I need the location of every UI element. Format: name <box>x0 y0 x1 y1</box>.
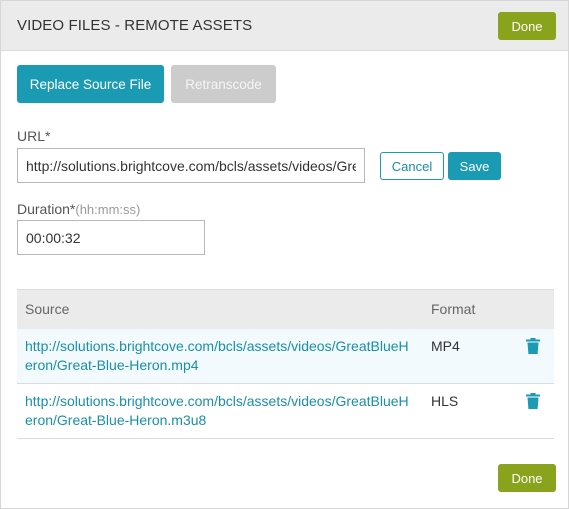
format-cell: HLS <box>423 383 512 439</box>
table-row: http://solutions.brightcove.com/bcls/ass… <box>17 328 554 384</box>
actions-cell <box>511 383 554 439</box>
remote-assets-panel: VIDEO FILES - REMOTE ASSETS Done Replace… <box>0 0 569 509</box>
actions-cell <box>511 328 554 384</box>
source-link[interactable]: http://solutions.brightcove.com/bcls/ass… <box>25 392 415 430</box>
done-button-bottom[interactable]: Done <box>498 464 556 492</box>
sources-table: Source Format http://solutions.brightcov… <box>17 289 554 439</box>
duration-label-text: Duration* <box>17 201 76 217</box>
format-value: MP4 <box>431 337 460 354</box>
source-link[interactable]: http://solutions.brightcove.com/bcls/ass… <box>25 337 415 375</box>
column-header-format: Format <box>423 289 512 329</box>
trash-icon[interactable] <box>525 337 541 356</box>
table-row: http://solutions.brightcove.com/bcls/ass… <box>17 383 554 439</box>
format-cell: MP4 <box>423 328 512 384</box>
trash-icon[interactable] <box>525 392 541 411</box>
source-cell: http://solutions.brightcove.com/bcls/ass… <box>17 328 423 384</box>
cancel-button[interactable]: Cancel <box>380 152 444 180</box>
done-button-top[interactable]: Done <box>498 12 556 40</box>
table-header-row: Source Format <box>17 289 554 329</box>
retranscode-button[interactable]: Retranscode <box>171 65 276 103</box>
panel-header: VIDEO FILES - REMOTE ASSETS Done <box>1 1 568 51</box>
url-input[interactable] <box>17 148 365 183</box>
url-label: URL* <box>17 128 51 144</box>
duration-hint: (hh:mm:ss) <box>75 202 141 217</box>
source-cell: http://solutions.brightcove.com/bcls/ass… <box>17 383 423 439</box>
column-header-source: Source <box>17 289 423 329</box>
replace-source-file-button[interactable]: Replace Source File <box>17 65 164 103</box>
save-button[interactable]: Save <box>448 152 501 180</box>
column-header-actions <box>511 289 554 329</box>
duration-input[interactable] <box>17 220 205 255</box>
format-value: HLS <box>431 392 459 409</box>
duration-label: Duration*(hh:mm:ss) <box>17 201 140 217</box>
panel-title: VIDEO FILES - REMOTE ASSETS <box>17 17 253 34</box>
